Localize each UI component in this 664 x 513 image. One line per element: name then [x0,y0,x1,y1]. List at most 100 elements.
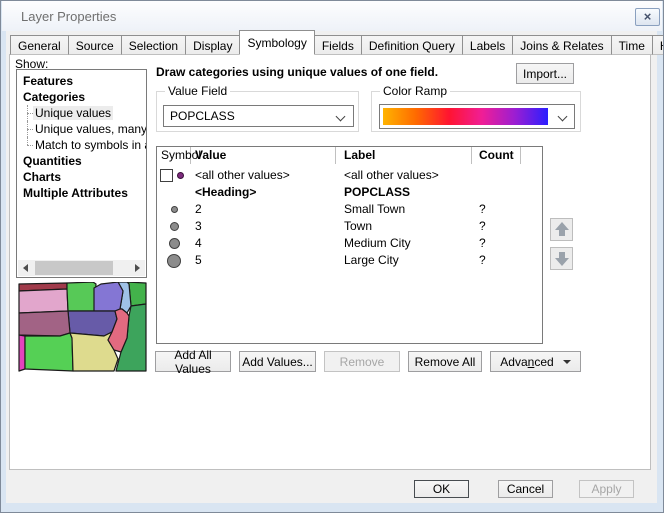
remove-button: Remove [324,351,400,372]
up-arrow-stem [559,230,565,236]
cell-label: Town [344,218,372,235]
column-header-count[interactable]: Count [472,147,521,164]
close-icon[interactable]: × [635,8,660,26]
show-list[interactable]: Features Categories Unique values Unique va… [16,69,147,278]
tab-display[interactable]: Display [185,35,240,55]
value-field-value: POPCLASS [170,109,235,123]
show-item-match-to-symbols-in-a[interactable]: Match to symbols in a [17,137,146,153]
title-bar: Layer Properties [2,1,662,31]
color-ramp-swatch [383,108,548,125]
symbol-table-body: <all other values><all other values><Hea… [157,167,542,269]
cell-label: <all other values> [344,167,439,184]
import-button[interactable]: Import... [516,63,574,84]
show-item-label: Charts [23,170,61,184]
up-arrow-icon [555,222,569,230]
ok-button[interactable]: OK [414,480,469,498]
remove-all-button[interactable]: Remove All [408,351,482,372]
tab-general[interactable]: General [10,35,69,55]
point-symbol-icon[interactable] [169,238,180,249]
cell-value: 3 [195,218,202,235]
tab-source[interactable]: Source [68,35,122,55]
cancel-button[interactable]: Cancel [498,480,553,498]
show-item-unique-values[interactable]: Unique values [17,105,146,121]
cell-label: POPCLASS [344,184,410,201]
chevron-down-icon[interactable] [336,112,346,122]
show-items: Features Categories Unique values Unique va… [17,73,146,201]
dialog-title: Layer Properties [21,9,116,24]
show-item-label: Multiple Attributes [23,186,128,200]
show-item-features[interactable]: Features [17,73,146,89]
value-field-label: Value Field [165,84,230,98]
tab-html-popup[interactable]: HTML Popup [652,35,664,55]
add-values-button[interactable]: Add Values... [239,351,316,372]
show-item-label: Categories [23,90,85,104]
tab-symbology[interactable]: Symbology [239,30,314,55]
map-preview-svg [17,282,147,373]
scroll-right-icon[interactable] [129,260,145,276]
tab-joins-relates[interactable]: Joins & Relates [512,35,611,55]
cell-label: Small Town [344,201,405,218]
cell-label: Medium City [344,235,411,252]
show-item-label: Unique values [33,106,113,120]
table-row[interactable]: <Heading> POPCLASS [157,184,542,201]
tab-bar: GeneralSourceSelectionDisplaySymbologyFi… [10,30,664,55]
cell-value: 5 [195,252,202,269]
point-symbol-icon[interactable] [167,254,181,268]
table-row[interactable]: <all other values> <all other values> [157,167,542,184]
color-ramp-label: Color Ramp [380,84,450,98]
table-row[interactable]: 2 Small Town? [157,201,542,218]
show-item-label: Unique values, many [35,122,147,136]
show-item-quantities[interactable]: Quantities [17,153,146,169]
color-ramp-group: Color Ramp [371,91,581,132]
color-ramp-combobox[interactable] [379,104,575,129]
table-row[interactable]: 3 Town? [157,218,542,235]
show-item-label: Features [23,74,73,88]
caret-down-icon [563,360,571,364]
show-item-categories[interactable]: Categories [17,89,146,105]
cell-value: <Heading> [195,184,256,201]
table-row[interactable]: 4 Medium City? [157,235,542,252]
value-field-combobox[interactable]: POPCLASS [163,105,354,127]
tab-time[interactable]: Time [611,35,653,55]
value-field-group: Value Field POPCLASS [156,91,359,132]
move-down-button[interactable] [550,247,573,270]
show-item-charts[interactable]: Charts [17,169,146,185]
down-arrow-icon [555,258,569,266]
scroll-left-icon[interactable] [18,260,34,276]
show-item-multiple-attributes[interactable]: Multiple Attributes [17,185,146,201]
column-header-label[interactable]: Label [336,147,472,164]
symbol-table[interactable]: Symbol Value Label Count <all other valu… [156,146,543,344]
point-symbol-icon[interactable] [177,172,184,179]
tab-fields[interactable]: Fields [314,35,362,55]
page-heading: Draw categories using unique values of o… [156,65,438,79]
cell-count: ? [479,235,486,252]
chevron-down-icon[interactable] [558,112,568,122]
cell-value: 4 [195,235,202,252]
point-symbol-icon[interactable] [171,206,178,213]
tab-labels[interactable]: Labels [462,35,513,55]
apply-button: Apply [579,480,634,498]
show-item-unique-values-many[interactable]: Unique values, many [17,121,146,137]
map-preview [17,282,147,373]
show-item-label: Match to symbols in a [35,138,147,152]
point-symbol-icon[interactable] [170,222,179,231]
advanced-button[interactable]: Advanced [490,351,581,372]
cell-count: ? [479,218,486,235]
all-other-values-checkbox[interactable] [160,169,173,182]
scrollbar-thumb[interactable] [35,261,113,275]
cell-value: <all other values> [195,167,290,184]
cell-label: Large City [344,252,399,269]
tab-definition-query[interactable]: Definition Query [361,35,463,55]
column-header-value[interactable]: Value [191,147,336,164]
show-list-hscrollbar[interactable] [18,260,145,276]
layer-properties-dialog: Layer Properties × GeneralSourceSelectio… [0,0,664,513]
cell-count: ? [479,201,486,218]
show-item-label: Quantities [23,154,82,168]
move-up-button[interactable] [550,218,573,241]
table-row[interactable]: 5 Large City? [157,252,542,269]
add-all-values-button[interactable]: Add All Values [155,351,231,372]
cell-value: 2 [195,201,202,218]
cell-count: ? [479,252,486,269]
tab-selection[interactable]: Selection [121,35,186,55]
column-header-symbol[interactable]: Symbol [157,147,191,164]
